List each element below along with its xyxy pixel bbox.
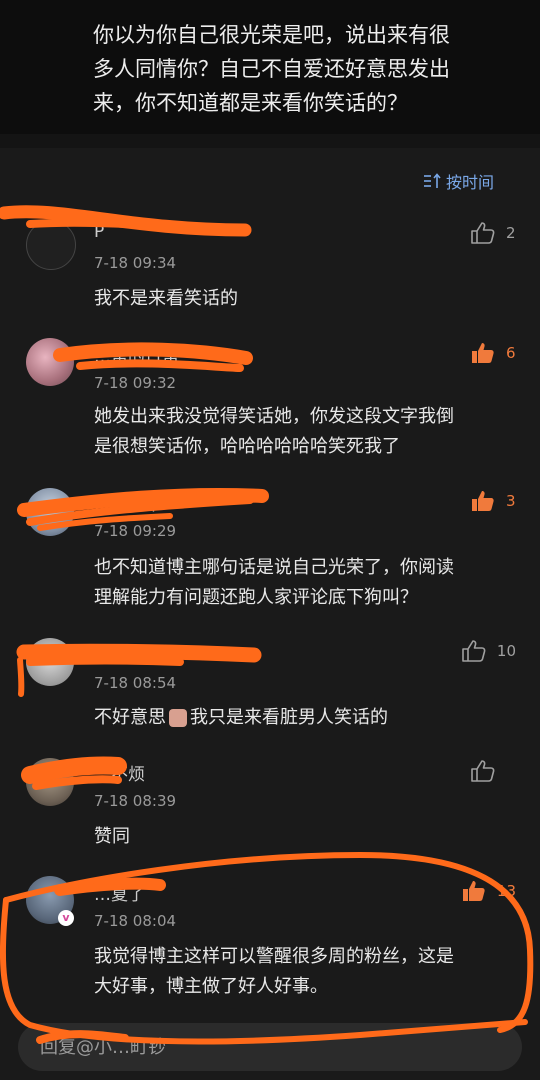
comment-time: 7-18 08:54 <box>94 674 177 692</box>
like-button[interactable]: 13 <box>461 878 516 904</box>
comment-text-line: 理解能力有问题还跑人家评论底下狗叫？ <box>94 587 418 608</box>
vip-badge-icon: v <box>58 910 74 926</box>
comment-text-line: 是很想笑话你，哈哈哈哈哈哈笑死我了 <box>94 436 400 457</box>
thumbs-up-filled-icon <box>472 343 494 363</box>
quote-line: 来，你不知道都是来看你笑话的？ <box>93 91 408 115</box>
sort-label: 按时间 <box>445 173 494 192</box>
redaction-scribble-overlay <box>0 205 534 1045</box>
comment-time: 7-18 08:04 <box>94 912 177 930</box>
comment-time: 7-18 09:34 <box>94 254 177 272</box>
comment-username[interactable]: P <box>94 222 104 242</box>
comment-text-line: 我不是来看笑话的 <box>94 288 238 309</box>
quote-line: 你以为你自己很光荣是吧，说出来有很 <box>93 23 450 47</box>
like-count: 6 <box>506 344 516 362</box>
avatar[interactable] <box>26 338 74 386</box>
quote-line: 多人同情你？自己不自爱还好意思发出 <box>93 57 450 81</box>
like-button[interactable]: 2 <box>470 220 516 246</box>
avatar[interactable] <box>26 758 74 806</box>
sticker-emoji-icon <box>169 709 187 727</box>
like-count: 13 <box>496 882 516 900</box>
comment-username[interactable]: …夏了 <box>94 880 145 905</box>
comment-text: 我觉得博主这样可以警醒很多周的粉丝，这是 大好事，博主做了好人好事。 <box>94 942 519 1002</box>
avatar[interactable] <box>26 638 74 686</box>
section-divider <box>0 134 540 148</box>
comment-text: 她发出来我没觉得笑话她，你发这段文字我倒 是很想笑话你，哈哈哈哈哈哈笑死我了 <box>94 402 519 462</box>
quoted-comment-text: 你以为你自己很光荣是吧，说出来有很 多人同情你？自己不自爱还好意思发出 来，你不… <box>93 18 513 120</box>
comment-time: 7-18 08:39 <box>94 792 177 810</box>
quoted-comment: 你以为你自己很光荣是吧，说出来有很 多人同情你？自己不自爱还好意思发出 来，你不… <box>0 0 540 134</box>
thumbs-up-icon <box>471 222 495 244</box>
avatar[interactable] <box>26 220 76 270</box>
like-button[interactable]: 6 <box>470 340 516 366</box>
comment-text-segment: 我只是来看脏男人笑话的 <box>190 707 388 728</box>
like-count: 3 <box>506 492 516 510</box>
comment-username[interactable]: …常的日常 <box>94 342 179 367</box>
avatar[interactable] <box>26 488 74 536</box>
comment-text-line: 我觉得博主这样可以警醒很多周的粉丝，这是 <box>94 946 454 967</box>
comment-username[interactable]: …司要乖 <box>94 490 162 515</box>
like-count: 2 <box>506 224 516 242</box>
comment-text-segment: 不好意思 <box>94 707 166 728</box>
thumbs-up-icon <box>471 760 495 782</box>
comment-time: 7-18 09:29 <box>94 522 177 540</box>
comment-text-line: 她发出来我没觉得笑话她，你发这段文字我倒 <box>94 406 454 427</box>
comment-text-line: 也不知道博主哪句话是说自己光荣了，你阅读 <box>94 557 454 578</box>
reply-input[interactable] <box>38 1036 502 1059</box>
comment-text-line: 大好事，博主做了好人好事。 <box>94 976 328 997</box>
thumbs-up-icon <box>462 640 486 662</box>
comment-text: 我不是来看笑话的 <box>94 284 519 314</box>
sort-by-time-button[interactable]: 按时间 <box>422 168 494 194</box>
comment-text-line: 赞同 <box>94 826 130 847</box>
like-button[interactable] <box>470 758 516 784</box>
comment-time: 7-18 09:32 <box>94 374 177 392</box>
comment-username[interactable]: …不烦 <box>94 760 145 785</box>
comment-text: 赞同 <box>94 822 519 852</box>
like-button[interactable]: 3 <box>470 488 516 514</box>
like-button[interactable]: 10 <box>461 638 516 664</box>
thumbs-up-filled-icon <box>462 881 485 901</box>
sort-icon <box>423 173 441 188</box>
reply-bar <box>18 1023 522 1071</box>
like-count: 10 <box>496 642 516 660</box>
thumbs-up-filled-icon <box>472 491 494 511</box>
comment-text: 也不知道博主哪句话是说自己光荣了，你阅读 理解能力有问题还跑人家评论底下狗叫？ <box>94 553 519 613</box>
comment-text: 不好意思 我只是来看脏男人笑话的 <box>94 703 519 733</box>
